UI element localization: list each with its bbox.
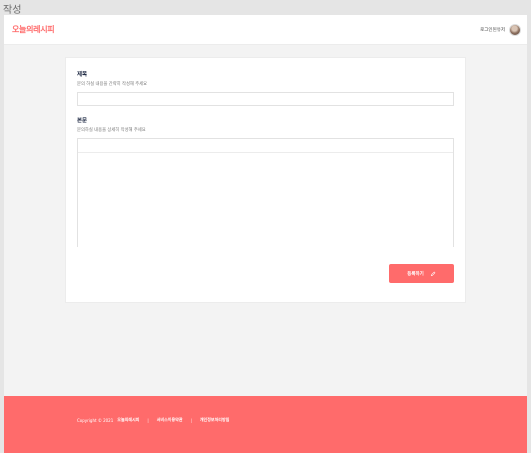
title-input[interactable] [77, 92, 454, 106]
title-description: 문의 하실 내용을 간략히 작성해 주세요 [77, 82, 148, 87]
avatar[interactable] [509, 24, 521, 36]
frame-label: 작성 [3, 5, 22, 16]
footer-brand: 오늘의레시피 [117, 417, 140, 422]
user-menu[interactable]: 로그인된유저 [480, 23, 521, 37]
username[interactable]: 로그인된유저 [480, 27, 505, 33]
copyright-text: Copyright © 2021 [77, 417, 114, 423]
editor-toolbar [78, 139, 453, 153]
privacy-link[interactable]: 개인정보처리방침 [200, 417, 229, 423]
logo[interactable]: 오늘의레시피 [12, 24, 55, 35]
app-window: 오늘의레시피 로그인된유저 제목 문의 하실 내용을 간략히 작성해 주세요 본… [4, 15, 527, 453]
footer-separator: | [147, 417, 149, 423]
write-form-card: 제목 문의 하실 내용을 간략히 작성해 주세요 본문 문의하실 내용을 상세히… [65, 57, 466, 303]
body-label: 본문 [77, 118, 88, 124]
submit-button[interactable]: 등록하기 [389, 264, 454, 283]
header: 오늘의레시피 로그인된유저 [4, 15, 527, 45]
pencil-icon [430, 271, 436, 276]
submit-button-label: 등록하기 [407, 270, 424, 276]
footer: Copyright © 2021 오늘의레시피 | 서비스이용약관 | 개인정보… [4, 396, 527, 453]
body-description: 문의하실 내용을 상세히 작성해 주세요 [77, 128, 146, 133]
footer-separator: | [190, 417, 192, 423]
title-label: 제목 [77, 72, 88, 78]
terms-link[interactable]: 서비스이용약관 [157, 417, 183, 423]
body-textarea[interactable] [78, 153, 453, 247]
footer-row: Copyright © 2021 오늘의레시피 | 서비스이용약관 | 개인정보… [77, 417, 229, 423]
body-editor [77, 138, 454, 247]
